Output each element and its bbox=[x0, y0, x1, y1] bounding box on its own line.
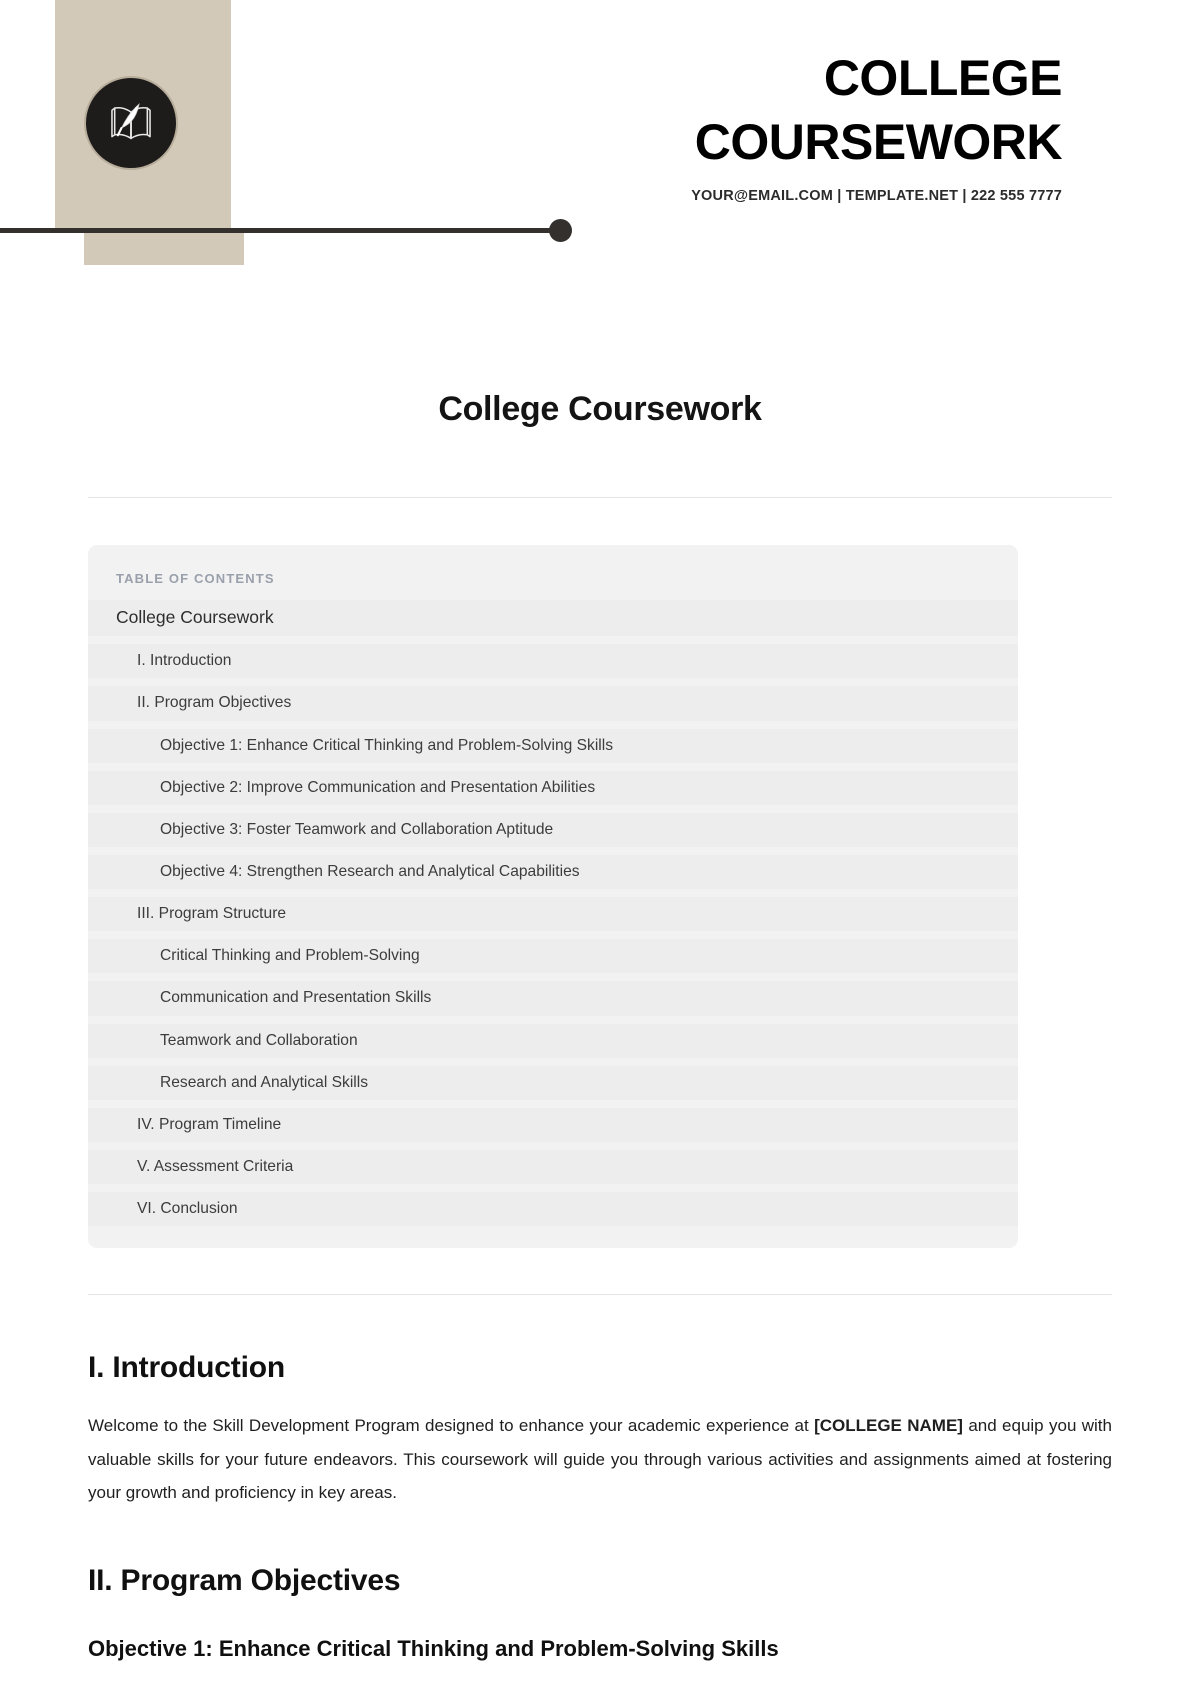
toc-item[interactable]: Objective 3: Foster Teamwork and Collabo… bbox=[88, 812, 1018, 847]
header-title-line-1: COLLEGE bbox=[823, 50, 1063, 106]
header-horizontal-rule bbox=[0, 228, 552, 233]
college-name-placeholder: [COLLEGE NAME] bbox=[814, 1416, 963, 1436]
introduction-text-before: Welcome to the Skill Development Program… bbox=[88, 1416, 815, 1436]
title-divider bbox=[88, 497, 1112, 498]
toc-item[interactable]: V. Assessment Criteria bbox=[88, 1149, 1018, 1185]
objective-1-heading: Objective 1: Enhance Critical Thinking a… bbox=[88, 1635, 779, 1661]
toc-item[interactable]: College Coursework bbox=[88, 600, 1018, 637]
header-beige-bar-bottom bbox=[84, 232, 244, 265]
open-book-quill-icon bbox=[102, 94, 160, 152]
toc-label: TABLE OF CONTENTS bbox=[116, 571, 275, 586]
toc-item[interactable]: Objective 4: Strengthen Research and Ana… bbox=[88, 854, 1018, 890]
table-of-contents: TABLE OF CONTENTS College Coursework I. I… bbox=[88, 545, 1018, 1249]
toc-list: College Coursework I. Introduction II. Pro… bbox=[88, 600, 1018, 1227]
toc-item[interactable]: Objective 1: Enhance Critical Thinking a… bbox=[88, 728, 1018, 763]
document-header: COLLEGE COURSEWORK YOUR@EMAIL.COM | TEMP… bbox=[0, 0, 1200, 300]
toc-item[interactable]: VI. Conclusion bbox=[88, 1192, 1018, 1227]
toc-item[interactable]: Research and Analytical Skills bbox=[88, 1065, 1018, 1100]
introduction-paragraph: Welcome to the Skill Development Program… bbox=[0, 1385, 1200, 1509]
toc-item[interactable]: Objective 2: Improve Communication and P… bbox=[88, 770, 1018, 805]
page-title: College Coursework bbox=[438, 390, 762, 428]
document-body: College Coursework TABLE OF CONTENTS Col… bbox=[0, 300, 1200, 1662]
header-rule-end-dot bbox=[549, 219, 572, 242]
toc-item[interactable]: II. Program Objectives bbox=[88, 686, 1018, 721]
brand-logo bbox=[84, 76, 178, 170]
toc-item[interactable]: IV. Program Timeline bbox=[88, 1107, 1018, 1142]
header-title-line-2: COURSEWORK bbox=[694, 114, 1063, 170]
header-title-block: COLLEGE COURSEWORK YOUR@EMAIL.COM | TEMP… bbox=[442, 46, 1062, 204]
toc-item[interactable]: III. Program Structure bbox=[88, 897, 1018, 932]
section-heading-introduction: I. Introduction bbox=[88, 1351, 285, 1385]
section-heading-objectives: II. Program Objectives bbox=[88, 1563, 401, 1597]
toc-item[interactable]: Communication and Presentation Skills bbox=[88, 981, 1018, 1016]
toc-item[interactable]: I. Introduction bbox=[88, 644, 1018, 679]
toc-item[interactable]: Critical Thinking and Problem-Solving bbox=[88, 939, 1018, 974]
header-contact-info: YOUR@EMAIL.COM | TEMPLATE.NET | 222 555 … bbox=[691, 188, 1062, 204]
toc-item[interactable]: Teamwork and Collaboration bbox=[88, 1023, 1018, 1058]
